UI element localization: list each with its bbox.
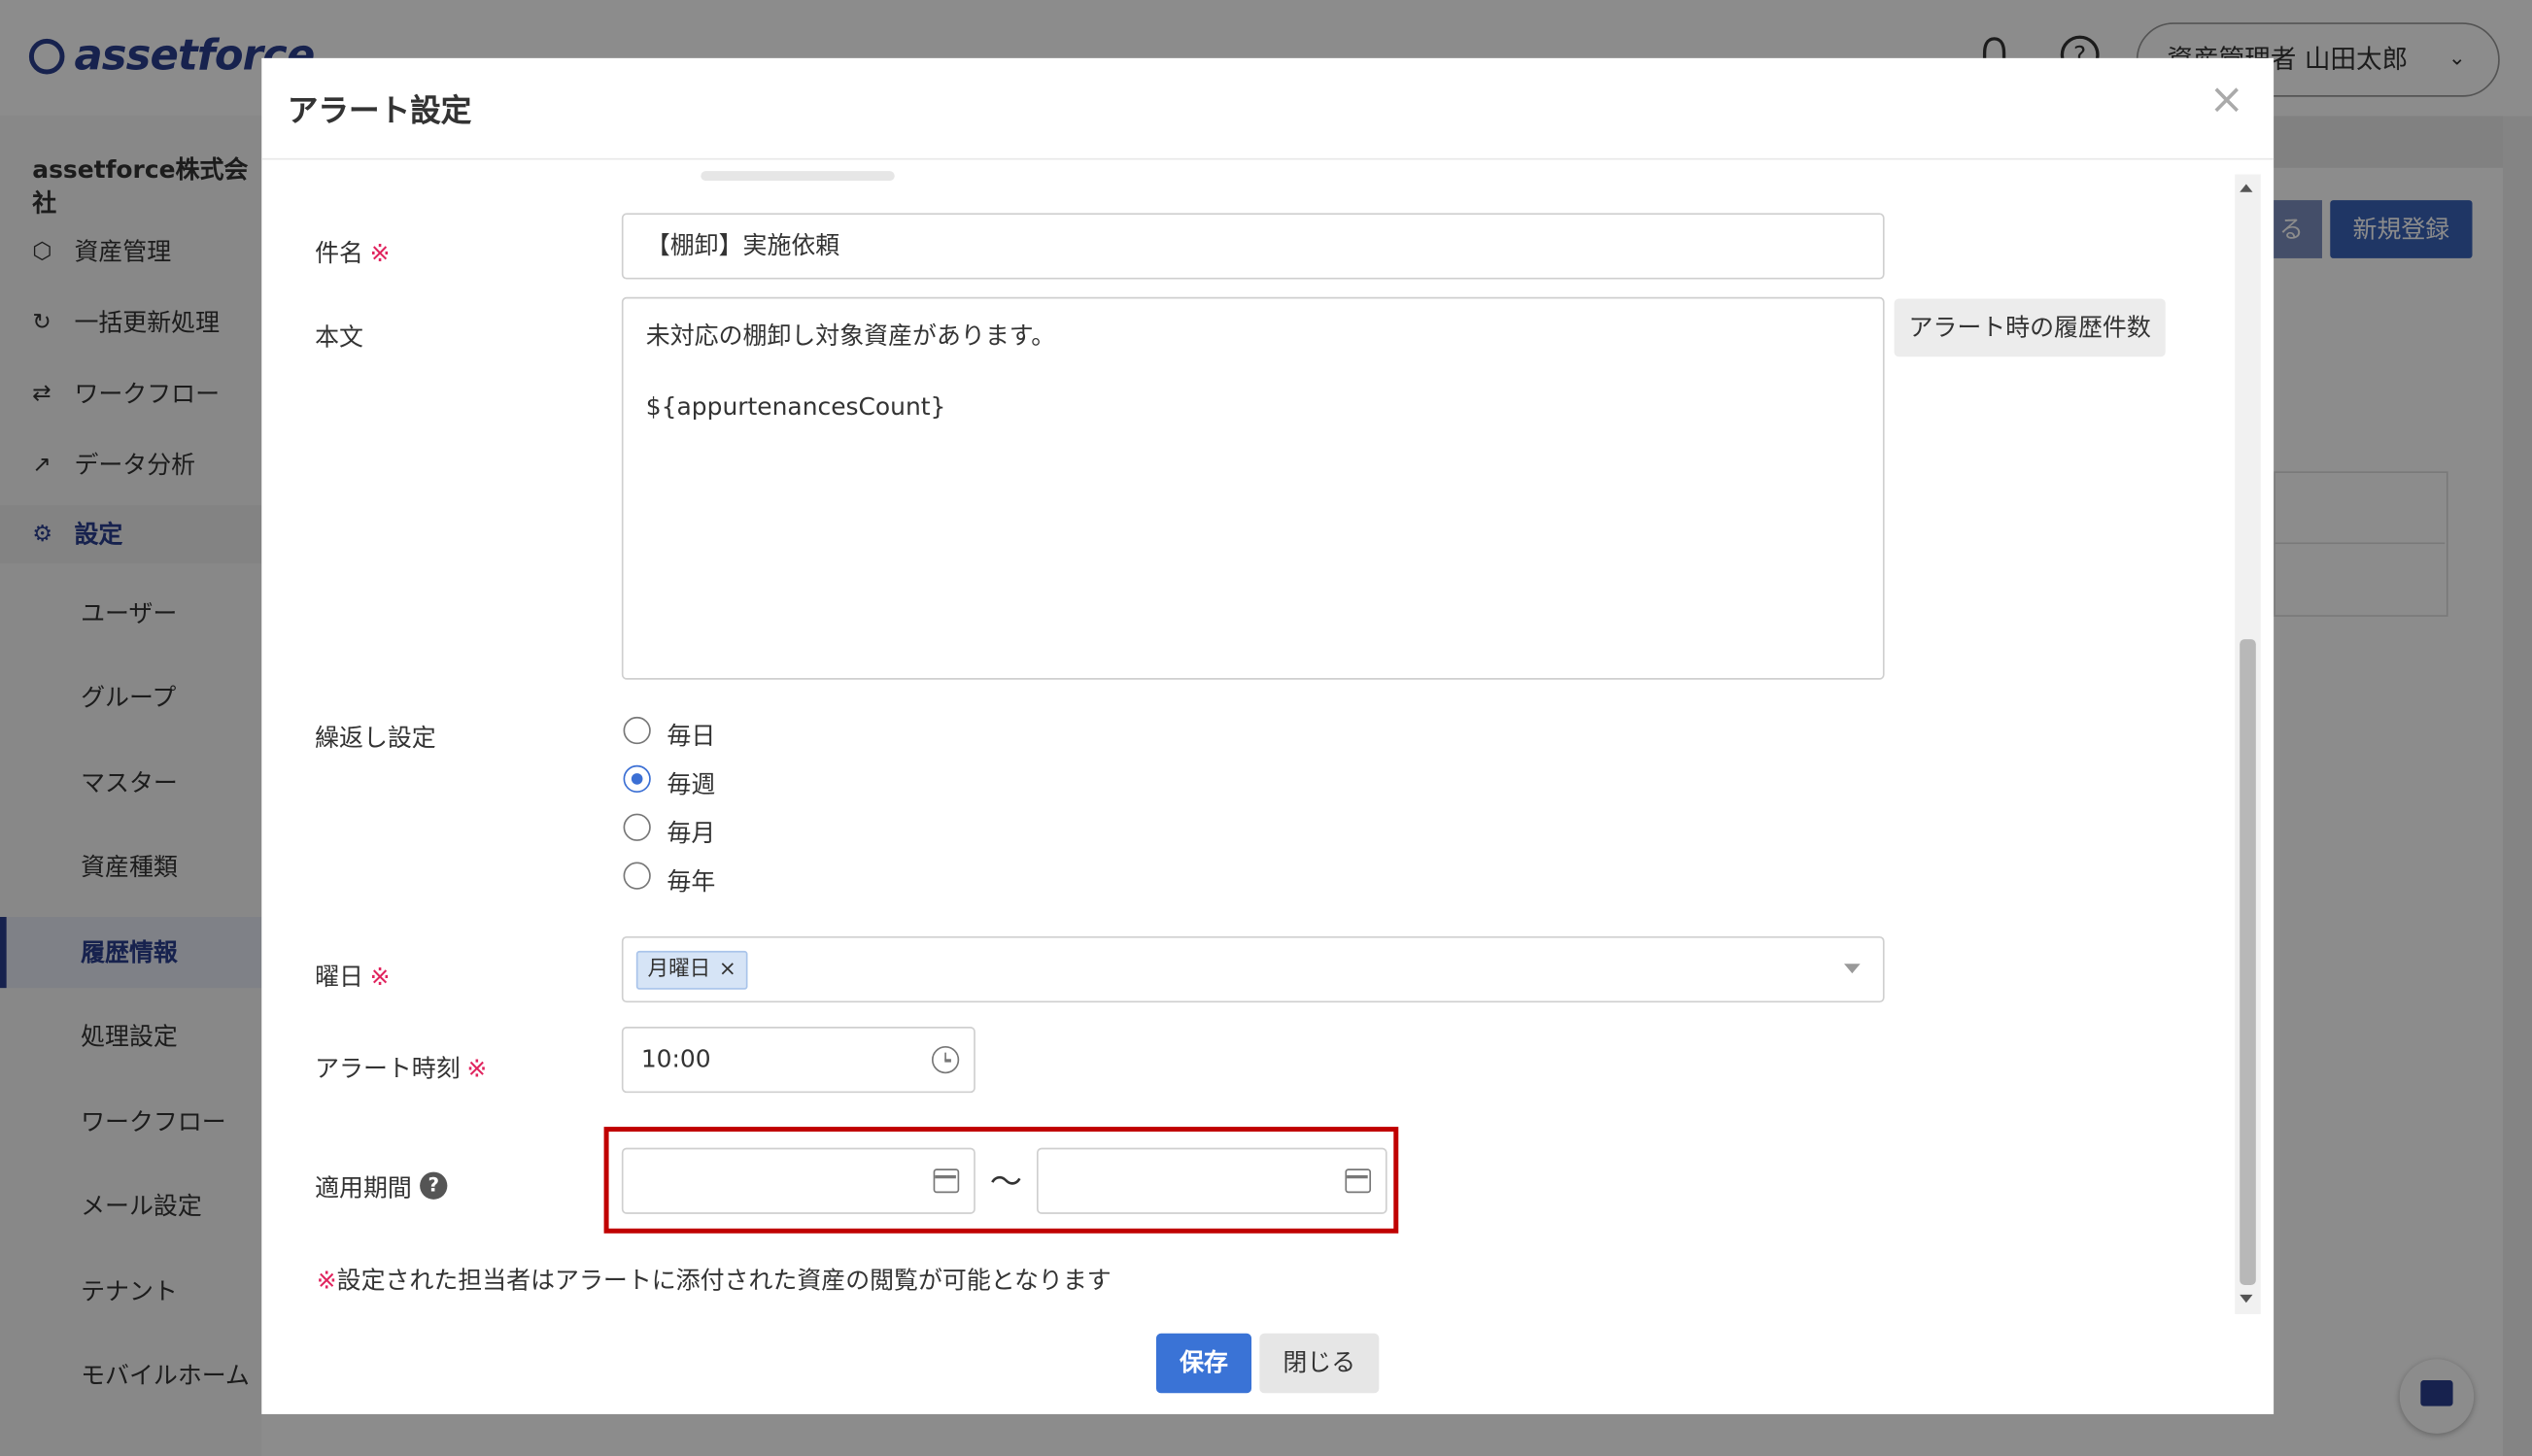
alert-settings-dialog: アラート設定 × 件名 ※ 【棚卸】実施依頼 本文 未対応の棚卸し対象資産がありま… (261, 57, 2275, 1414)
note-body: 設定された担当者はアラートに添付された資産の閲覧が可能となります (336, 1266, 1112, 1295)
period-label: 適用期間 (315, 1173, 412, 1203)
scroll-up-icon[interactable] (2240, 184, 2253, 192)
subject-label-text: 件名 (315, 238, 363, 268)
dropdown-arrow-icon[interactable] (1844, 964, 1861, 974)
body-textarea[interactable]: 未対応の棚卸し対象資産があります。 ${appurtenancesCount} (621, 296, 1885, 680)
scroll-down-icon[interactable] (2240, 1294, 2253, 1304)
alert-time-label-text: アラート時刻 (315, 1054, 461, 1084)
radio-daily-label[interactable]: 毎日 (667, 719, 715, 753)
scrolled-field-remnant (701, 171, 895, 182)
alert-time-value: 10:00 (640, 1044, 711, 1074)
dialog-header: アラート設定 × (261, 58, 2275, 160)
calendar-icon[interactable] (933, 1168, 960, 1194)
note-mark: ※ (316, 1266, 337, 1295)
radio-monthly[interactable] (623, 813, 651, 841)
calendar-icon[interactable] (1345, 1168, 1372, 1194)
weekday-multiselect[interactable]: 月曜日 × (621, 935, 1885, 1003)
dialog-title: アラート設定 (287, 93, 472, 129)
weekday-tag: 月曜日 × (635, 950, 748, 990)
question-circle-icon[interactable]: ? (420, 1171, 448, 1200)
radio-yearly-label[interactable]: 毎年 (667, 863, 715, 897)
body-line: ${appurtenancesCount} (645, 391, 946, 422)
close-icon[interactable]: × (2209, 78, 2244, 123)
dialog-scrollbar[interactable] (2235, 174, 2261, 1314)
insert-history-count-button[interactable]: アラート時の履歴件数 (1894, 298, 2166, 357)
clock-icon[interactable] (931, 1045, 960, 1074)
radio-daily[interactable] (623, 716, 651, 745)
weekday-label: 曜日 ※ (315, 959, 390, 993)
radio-yearly[interactable] (623, 862, 651, 890)
repeat-label: 繰返し設定 (315, 723, 436, 753)
period-end-date-input[interactable] (1037, 1147, 1387, 1214)
subject-input[interactable]: 【棚卸】実施依頼 (621, 213, 1885, 280)
period-start-date-input[interactable] (621, 1147, 975, 1214)
required-mark: ※ (369, 962, 391, 992)
subject-label: 件名 ※ (315, 236, 390, 270)
screen: assetforce ? 資産管理者 山田太郎 ⌄ assetforce株式会社 … (0, 0, 2532, 1456)
weekday-tag-label: 月曜日 (647, 957, 711, 982)
period-separator: 〜 (989, 1162, 1023, 1202)
save-button[interactable]: 保存 (1155, 1333, 1252, 1394)
close-button[interactable]: 閉じる (1259, 1333, 1380, 1394)
body-line: 未対応の棚卸し対象資産があります。 (645, 321, 1056, 351)
alert-time-label: アラート時刻 ※ (315, 1051, 487, 1085)
body-label: 本文 (315, 322, 363, 353)
required-mark: ※ (369, 238, 391, 268)
radio-weekly-label[interactable]: 毎週 (667, 766, 715, 800)
required-mark: ※ (466, 1054, 488, 1084)
radio-monthly-label[interactable]: 毎月 (667, 815, 715, 849)
tag-remove-icon[interactable]: × (719, 953, 736, 989)
radio-weekly[interactable] (623, 764, 651, 794)
note-text: ※設定された担当者はアラートに添付された資産の閲覧が可能となります (317, 1263, 1112, 1297)
weekday-label-text: 曜日 (315, 962, 363, 992)
scroll-thumb[interactable] (2240, 639, 2256, 1285)
alert-time-input[interactable]: 10:00 (621, 1027, 975, 1094)
